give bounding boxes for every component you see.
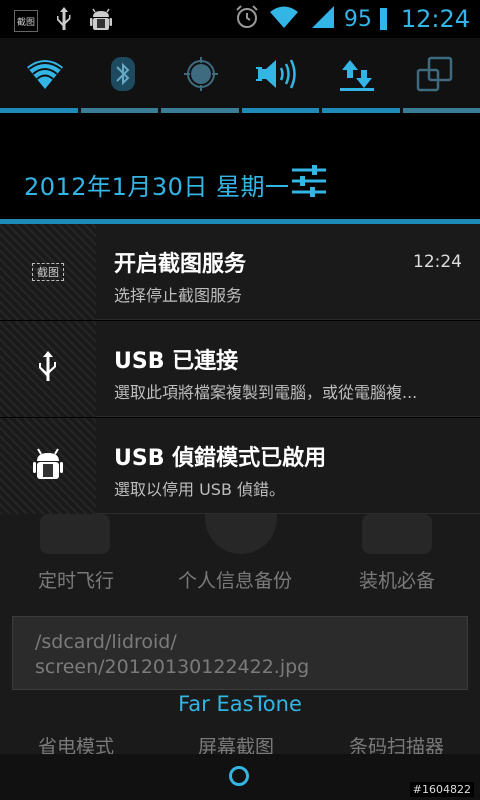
android-debug-icon bbox=[33, 446, 63, 486]
app-label[interactable]: 装机必备 bbox=[359, 566, 435, 593]
battery-icon bbox=[379, 8, 387, 30]
app-icon bbox=[362, 514, 432, 554]
screenshot-icon: 截图 bbox=[14, 10, 38, 32]
notification-usb-connected[interactable]: USB 已連接 選取此項將檔案複製到電腦，或從電腦複... bbox=[0, 321, 480, 417]
usb-icon bbox=[38, 350, 58, 388]
toast-message: /sdcard/lidroid/ screen/20120130122422.j… bbox=[12, 616, 468, 690]
toast-line: /sdcard/lidroid/ bbox=[35, 631, 177, 653]
watermark: #1604822 bbox=[409, 782, 474, 797]
android-debug-icon bbox=[90, 6, 112, 36]
usb-icon bbox=[56, 6, 72, 36]
carrier-label: Far EasTone bbox=[178, 692, 302, 716]
gps-toggle[interactable] bbox=[171, 46, 231, 106]
sound-toggle[interactable] bbox=[249, 46, 309, 106]
notification-title: USB 已連接 bbox=[114, 349, 239, 374]
bluetooth-toggle[interactable] bbox=[93, 46, 153, 106]
bluetooth-icon bbox=[109, 55, 137, 97]
screenshot-icon: 截图 bbox=[32, 263, 64, 281]
notification-title: 开启截图服务 bbox=[114, 252, 247, 277]
notification-title: USB 偵錯模式已啟用 bbox=[114, 446, 327, 471]
gps-icon bbox=[183, 56, 219, 96]
notification-subtitle: 选择停止截图服务 bbox=[114, 286, 243, 305]
notification-icon bbox=[0, 418, 96, 514]
date-bar: 2012年1月30日 星期一 bbox=[0, 113, 480, 221]
wifi-toggle[interactable] bbox=[15, 46, 75, 106]
wifi-icon bbox=[268, 4, 300, 34]
data-sync-icon bbox=[339, 56, 375, 96]
battery-level: 95 bbox=[343, 6, 372, 32]
data-sync-toggle[interactable] bbox=[327, 46, 387, 106]
app-label[interactable]: 定时飞行 bbox=[38, 566, 114, 593]
settings-button[interactable] bbox=[288, 160, 330, 202]
toast-line: screen/20120130122422.jpg bbox=[35, 656, 310, 678]
notification-icon bbox=[0, 321, 96, 417]
auto-rotate-toggle[interactable] bbox=[405, 46, 465, 106]
app-icon bbox=[40, 514, 110, 554]
app-label[interactable]: 个人信息备份 bbox=[178, 566, 292, 593]
signal-icon bbox=[308, 4, 336, 34]
quick-toggles bbox=[0, 38, 480, 114]
close-handle-icon[interactable] bbox=[229, 766, 249, 786]
app-icon bbox=[205, 514, 277, 554]
date-label: 2012年1月30日 星期一 bbox=[24, 173, 290, 201]
status-bar: 截图 95 12:24 bbox=[0, 0, 480, 38]
notification-subtitle: 選取此項將檔案複製到電腦，或從電腦複... bbox=[114, 383, 418, 402]
notification-subtitle: 選取以停用 USB 偵錯。 bbox=[114, 480, 286, 499]
clock: 12:24 bbox=[400, 5, 470, 33]
notification-usb-debugging[interactable]: USB 偵錯模式已啟用 選取以停用 USB 偵錯。 bbox=[0, 418, 480, 514]
auto-rotate-icon bbox=[416, 56, 454, 96]
wifi-icon bbox=[25, 57, 65, 95]
notification-icon: 截图 bbox=[0, 224, 96, 320]
sound-icon bbox=[256, 56, 302, 96]
alarm-icon bbox=[234, 4, 260, 34]
notification-screenshot-service[interactable]: 截图 开启截图服务 选择停止截图服务 12:24 bbox=[0, 224, 480, 320]
settings-sliders-icon bbox=[288, 165, 330, 206]
notification-time: 12:24 bbox=[413, 252, 462, 272]
